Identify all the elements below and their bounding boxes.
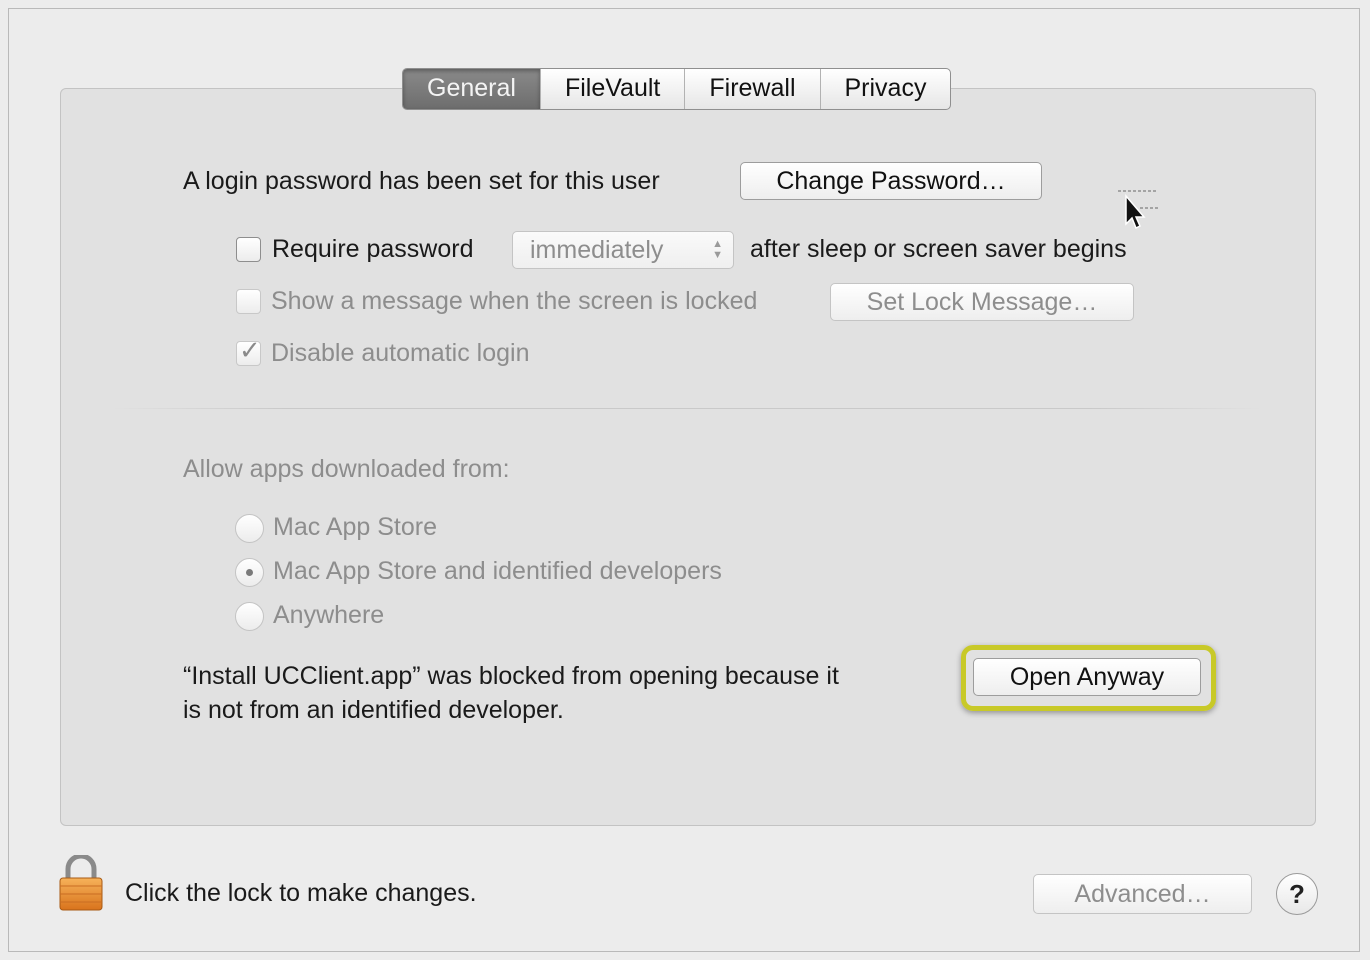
open-anyway-button[interactable]: Open Anyway xyxy=(973,658,1201,696)
advanced-button[interactable]: Advanced… xyxy=(1033,874,1252,914)
radio-selected-dot xyxy=(246,569,253,576)
disable-auto-login-checkbox[interactable]: ✓ xyxy=(236,335,261,366)
set-lock-message-button[interactable]: Set Lock Message… xyxy=(830,283,1134,321)
after-sleep-label: after sleep or screen saver begins xyxy=(750,235,1127,263)
tab-bar: General FileVault Firewall Privacy xyxy=(402,68,952,110)
up-down-chevron-icon: ▲ ▼ xyxy=(712,238,723,261)
lock-message-label: Show a message when the screen is locked xyxy=(271,287,758,315)
blocked-message-line1: “Install UCClient.app” was blocked from … xyxy=(183,662,839,690)
radio-mac-app-store[interactable] xyxy=(235,514,264,543)
lock-message-checkbox[interactable] xyxy=(236,289,261,314)
arrow-cursor-icon xyxy=(1118,190,1158,230)
tab-privacy[interactable]: Privacy xyxy=(819,69,951,109)
radio-mac-app-store-label: Mac App Store xyxy=(273,513,437,541)
tab-general[interactable]: General xyxy=(403,69,540,109)
section-divider xyxy=(112,408,1262,409)
allow-apps-heading: Allow apps downloaded from: xyxy=(183,455,510,483)
require-password-checkbox[interactable] xyxy=(236,237,261,262)
change-password-button[interactable]: Change Password… xyxy=(740,162,1042,200)
radio-anywhere[interactable] xyxy=(235,602,264,631)
radio-identified-developers[interactable] xyxy=(235,558,264,587)
radio-anywhere-label: Anywhere xyxy=(273,601,385,629)
blocked-message-line2: is not from an identified developer. xyxy=(183,696,564,724)
padlock-icon[interactable] xyxy=(58,855,104,913)
disable-auto-login-label: Disable automatic login xyxy=(271,339,530,367)
require-password-label: Require password xyxy=(272,235,474,263)
radio-identified-developers-label: Mac App Store and identified developers xyxy=(273,557,722,585)
tab-filevault[interactable]: FileVault xyxy=(539,69,684,109)
require-password-delay-popup[interactable]: immediately ▲ ▼ xyxy=(512,231,734,269)
question-icon[interactable]: ? xyxy=(1276,873,1318,915)
popup-value: immediately xyxy=(530,236,664,264)
tab-firewall[interactable]: Firewall xyxy=(684,69,819,109)
password-status-label: A login password has been set for this u… xyxy=(183,167,660,195)
checkmark-icon: ✓ xyxy=(239,335,261,365)
lock-status-label: Click the lock to make changes. xyxy=(125,879,477,907)
